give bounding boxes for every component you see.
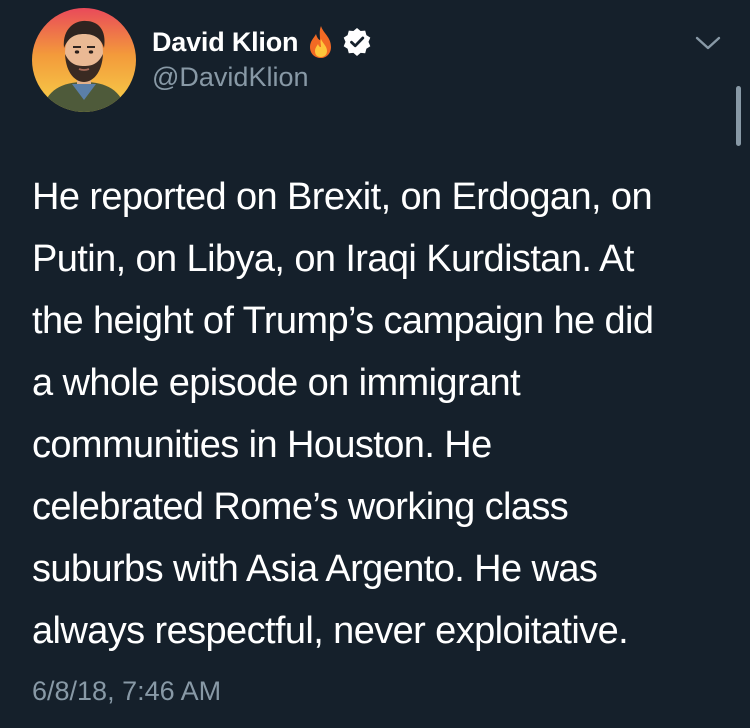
tweet-body-line: He reported on Brexit, on Erdogan, on xyxy=(32,176,653,218)
tweet-body-line: communities in Houston. He xyxy=(32,424,492,466)
avatar[interactable] xyxy=(32,8,136,112)
tweet-body-line: suburbs with Asia Argento. He was xyxy=(32,548,598,590)
tweet-body-line: celebrated Rome’s working class xyxy=(32,486,569,528)
tweet-card: David Klion @DavidKlion He reported on B… xyxy=(0,0,750,728)
author-handle[interactable]: @DavidKlion xyxy=(152,62,308,93)
fire-icon xyxy=(306,25,336,59)
scrollbar[interactable] xyxy=(736,86,741,146)
tweet-timestamp[interactable]: 6/8/18, 7:46 AM xyxy=(32,676,221,707)
tweet-body-line: Putin, on Libya, on Iraqi Kurdistan. At xyxy=(32,238,634,280)
author-name-row[interactable]: David Klion xyxy=(152,22,372,62)
verified-badge-icon xyxy=(342,27,372,57)
author-display-name[interactable]: David Klion xyxy=(152,27,299,58)
chevron-down-icon[interactable] xyxy=(693,33,723,53)
tweet-body-line: always respectful, never exploitative. xyxy=(32,610,629,652)
tweet-body-line: the height of Trump’s campaign he did xyxy=(32,300,654,342)
tweet-body-line: a whole episode on immigrant xyxy=(32,362,521,404)
tweet-body: He reported on Brexit, on Erdogan, on Pu… xyxy=(32,166,732,662)
